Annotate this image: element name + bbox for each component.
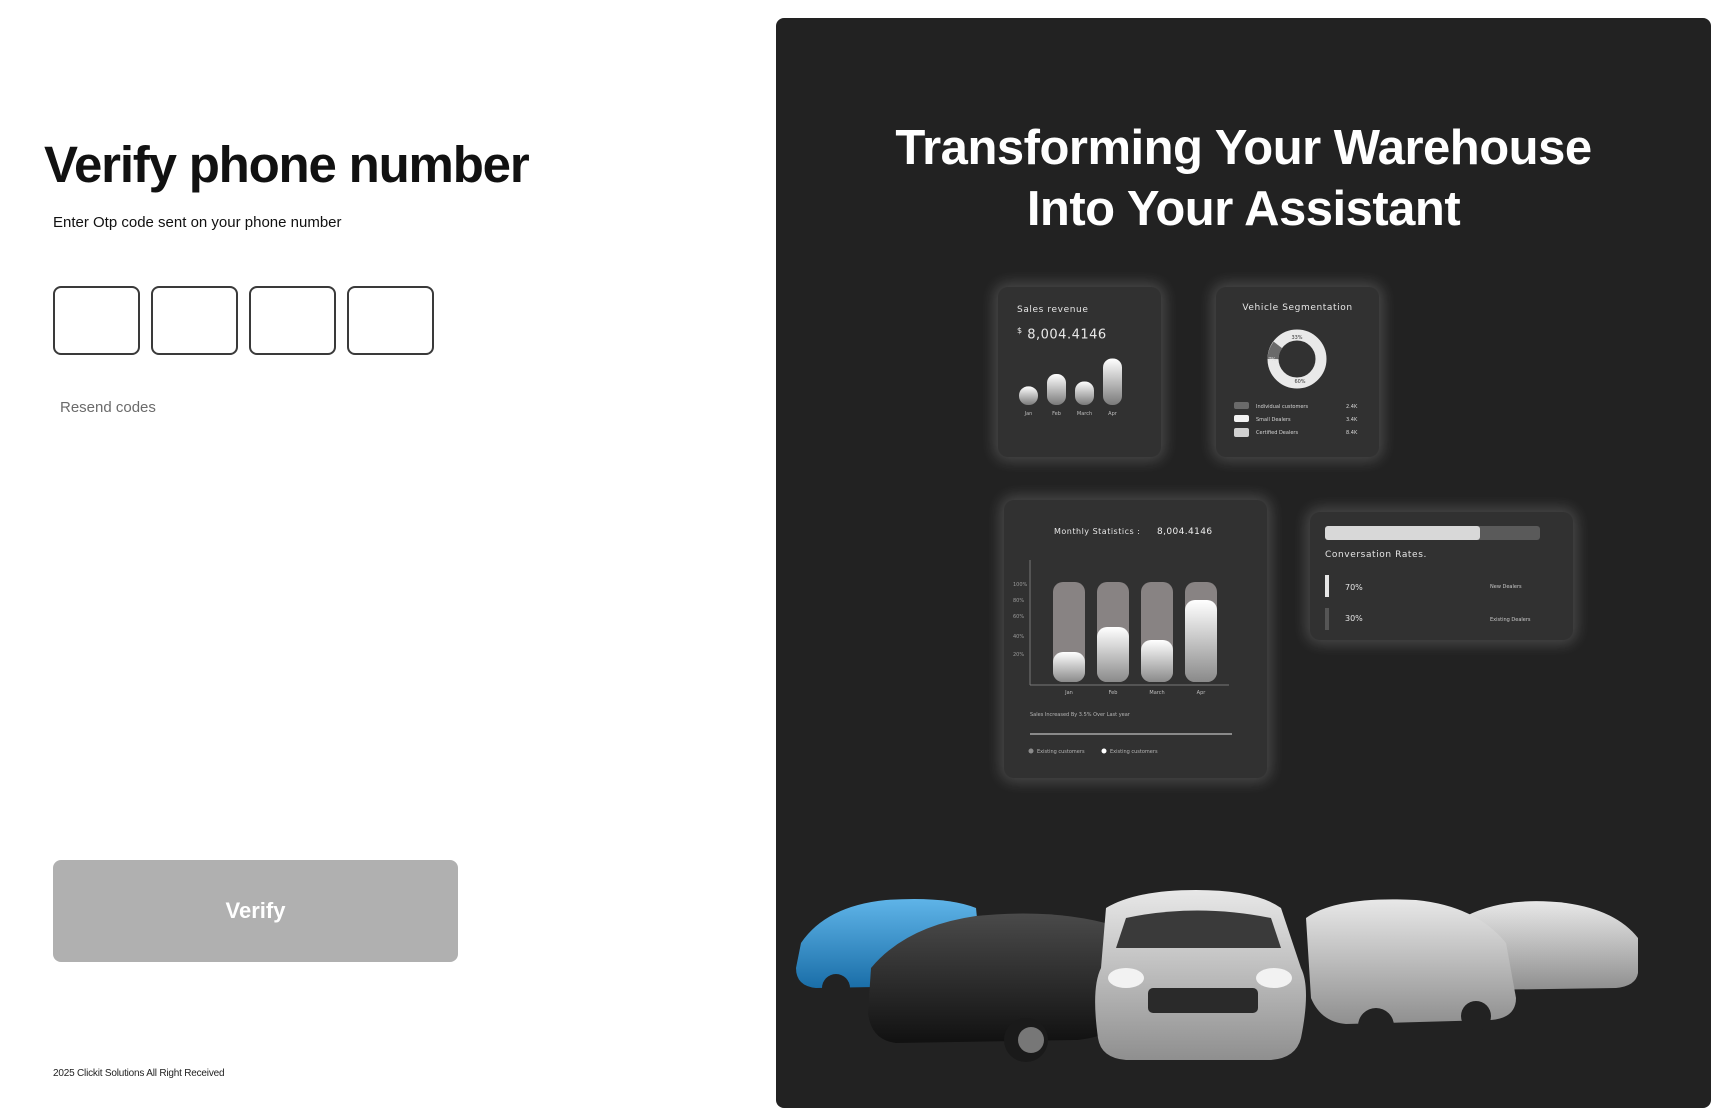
promo-panel: Transforming Your Warehouse Into Your As… [776,18,1711,1108]
legend-value-1: 2.4K [1346,404,1358,410]
monthly-month-label: Apr [1197,690,1207,696]
sales-bar [1047,374,1066,405]
donut-label-2: 7% [1268,357,1276,363]
sales-bar [1019,386,1038,405]
monthly-legend-2: Existing customers [1110,749,1158,755]
otp-input-2[interactable] [151,286,238,355]
legend-dot-2 [1101,748,1107,754]
car-lineup-image [796,890,1638,1062]
legend-swatch-3 [1234,428,1249,437]
monthly-bar-chart: Monthly Statistics : 8,004.4146 100% 80% 6… [1013,527,1232,755]
legend-swatch-1 [1234,402,1249,409]
otp-input-group [53,286,434,355]
conversion-title: Conversation Rates. [1325,550,1427,560]
monthly-amount: 8,004.4146 [1157,527,1213,537]
y-tick-label: 80% [1013,598,1024,604]
row-2-label: Existing Dealers [1490,617,1531,623]
row-1-percent: 70% [1345,583,1363,592]
row-1-marker [1325,575,1329,597]
sales-bar [1075,381,1094,405]
page-title: Verify phone number [44,136,530,193]
conversion-progress-fill [1325,526,1480,540]
hero-line-2: Into Your Assistant [1026,182,1461,236]
otp-input-1[interactable] [53,286,140,355]
resend-codes-link[interactable]: Resend codes [60,399,156,416]
sales-month-label: Jan [1024,411,1033,417]
sales-month-label: Feb [1052,411,1061,417]
legend-swatch-2 [1234,415,1249,422]
verify-phone-page: Verify phone number Enter Otp code sent … [0,0,1728,1117]
monthly-statistics-card: Monthly Statistics : 8,004.4146 100% 80% 6… [1004,500,1267,778]
legend-label-3: Certified Dealers [1256,430,1298,436]
donut-label-1: 33% [1291,335,1302,341]
monthly-bar-fill [1053,652,1085,682]
legend-label-2: Small Dealers [1256,417,1291,423]
monthly-bar-fill [1141,640,1173,682]
hero-line-1: Transforming Your Warehouse [895,121,1592,175]
copyright-text: 2025 Clickit Solutions All Right Receive… [53,1068,225,1079]
sales-revenue-card: Sales revenue $ 8,004.4146 Jan Feb March Ap… [998,287,1161,457]
hero-heading: Transforming Your Warehouse Into Your As… [776,118,1711,240]
verify-form-panel: Verify phone number Enter Otp code sent … [0,0,760,1117]
monthly-month-label: Feb [1109,690,1118,696]
monthly-title: Monthly Statistics : [1054,527,1140,536]
monthly-month-label: March [1149,690,1164,696]
otp-instructions: Enter Otp code sent on your phone number [53,214,342,231]
donut-label-3: 60% [1294,379,1305,385]
legend-dot-1 [1028,748,1034,754]
conversion-rates-graphic: Conversation Rates. 70% New Dealers 30% … [1325,526,1540,630]
row-2-marker [1325,608,1329,630]
y-tick-label: 20% [1013,652,1024,658]
y-tick-label: 60% [1013,614,1024,620]
conversion-rates-card: Conversation Rates. 70% New Dealers 30% … [1310,512,1573,640]
y-tick-label: 40% [1013,634,1024,640]
vehicle-segmentation-card: Vehicle Segmentation 33% 7% 60% Individu… [1216,287,1379,457]
otp-input-3[interactable] [249,286,336,355]
monthly-note: Sales Increased By 3.5% Over Last year [1030,712,1131,718]
sales-month-label: March [1077,411,1092,417]
y-tick-label: 100% [1013,582,1028,588]
row-1-label: New Dealers [1490,584,1522,590]
verify-button[interactable]: Verify [53,860,458,962]
legend-value-2: 3.4K [1346,417,1358,423]
legend-label-1: Individual customers [1256,404,1308,410]
legend-value-3: 8.4K [1346,430,1358,436]
sales-month-label: Apr [1108,411,1118,417]
segmentation-donut-chart: 33% 7% 60% Individual customers 2.4K Sma… [1234,329,1358,437]
monthly-month-label: Jan [1064,690,1073,696]
monthly-legend-1: Existing customers [1037,749,1085,755]
donut-ring [1267,329,1327,389]
row-2-percent: 30% [1345,614,1363,623]
sales-bar [1103,358,1122,405]
monthly-bar-fill [1097,627,1129,682]
monthly-bar-fill [1185,600,1217,682]
sales-bar-chart: Jan Feb March Apr [1019,358,1122,417]
otp-input-4[interactable] [347,286,434,355]
